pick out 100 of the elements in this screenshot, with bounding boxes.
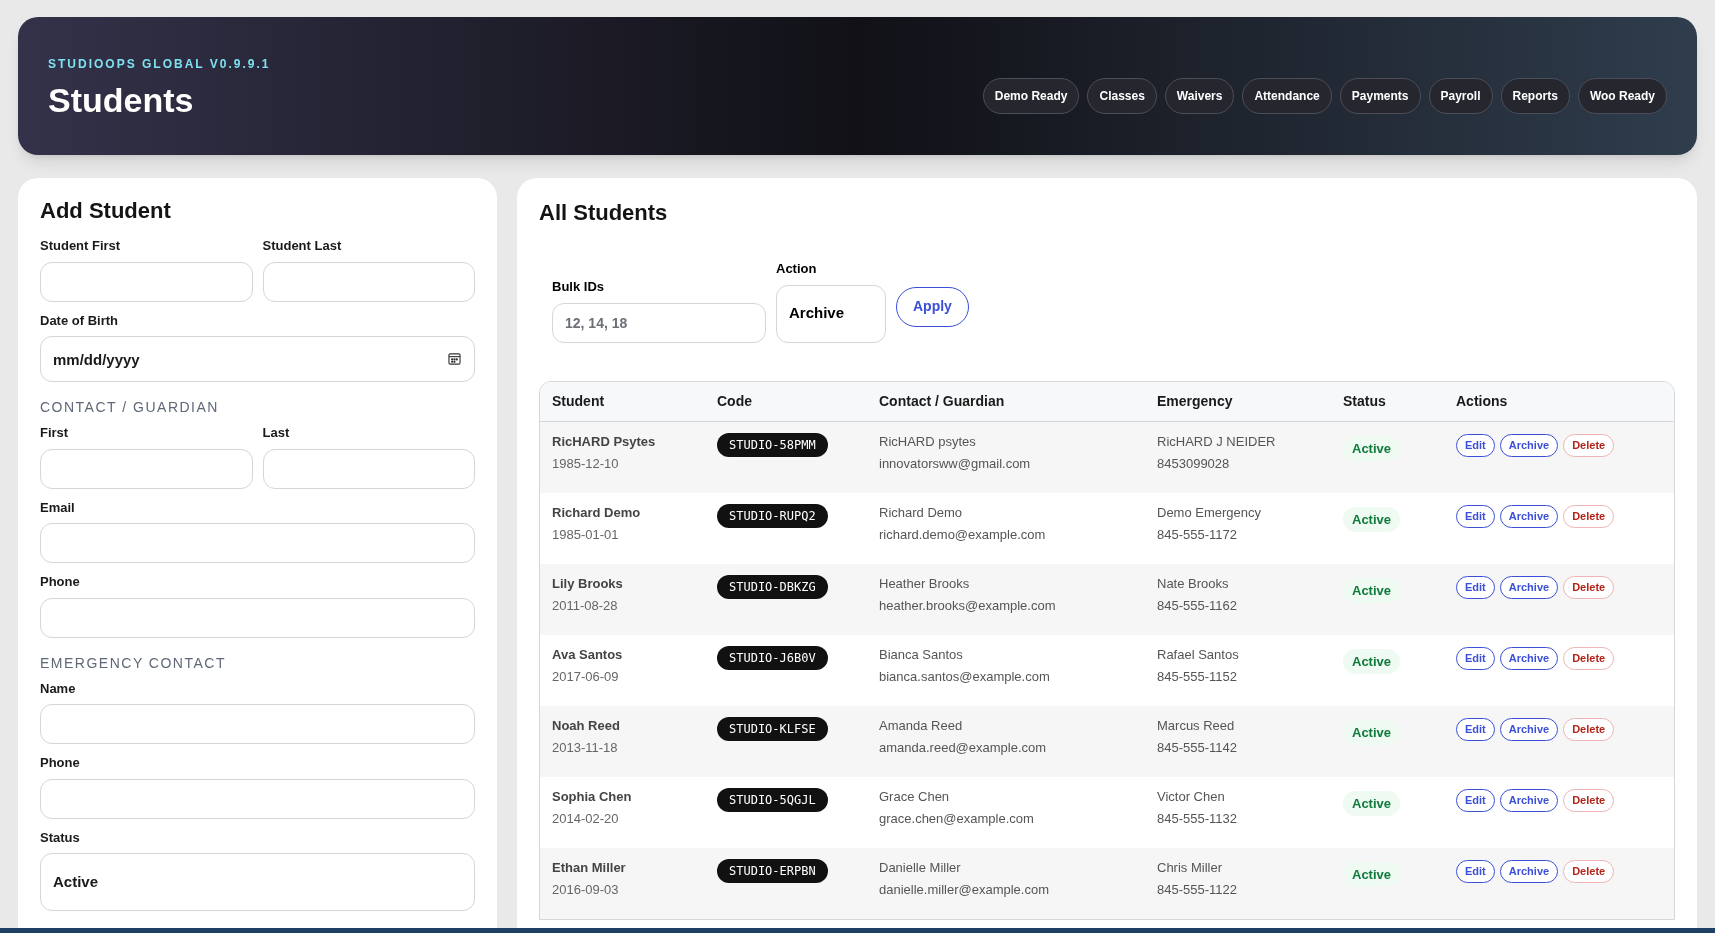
- guardian-name: Heather Brooks: [879, 574, 971, 593]
- guardian-name: Grace Chen: [879, 787, 951, 806]
- nav-button[interactable]: Classes: [1087, 78, 1157, 114]
- student-name: Richard Demo: [552, 503, 642, 522]
- guardian-email: richard.demo@example.com: [879, 526, 1047, 544]
- emergency-phone: 845-555-1122: [1157, 881, 1238, 899]
- text-field[interactable]: [40, 704, 475, 744]
- action-select[interactable]: Archive: [776, 284, 886, 343]
- section-heading: EMERGENCY CONTACT: [40, 653, 227, 673]
- guardian-email: heather.brooks@example.com: [879, 597, 1057, 615]
- emergency-name: Victor Chen: [1157, 787, 1226, 806]
- archive-button[interactable]: Archive: [1499, 717, 1559, 741]
- edit-button[interactable]: Edit: [1456, 504, 1495, 528]
- edit-button[interactable]: Edit: [1456, 859, 1495, 883]
- status-badge: Active: [1343, 506, 1401, 532]
- delete-button[interactable]: Delete: [1563, 575, 1615, 599]
- student-name: Lily Brooks: [552, 574, 624, 593]
- text-field[interactable]: [40, 261, 253, 302]
- emergency-phone: 845-555-1132: [1157, 810, 1238, 828]
- status-select[interactable]: Active: [40, 853, 475, 911]
- guardian-name: Danielle Miller: [879, 858, 962, 877]
- text-field[interactable]: [40, 597, 475, 638]
- birth-date: 2011-08-28: [552, 597, 619, 615]
- archive-button[interactable]: Archive: [1499, 646, 1559, 670]
- emergency-name: Chris Miller: [1157, 858, 1223, 877]
- text-field[interactable]: [262, 448, 475, 489]
- edit-button[interactable]: Edit: [1456, 433, 1495, 457]
- date-field[interactable]: mm/dd/yyyy: [40, 336, 475, 382]
- emergency-phone: 8453099028: [1157, 455, 1231, 473]
- archive-button[interactable]: Archive: [1499, 504, 1559, 528]
- edit-button[interactable]: Edit: [1456, 646, 1495, 670]
- page-title: Students: [48, 83, 195, 117]
- student-code: STUDIO-RUPQ2: [717, 503, 828, 528]
- emergency-name: Nate Brooks: [1157, 574, 1230, 593]
- student-code: STUDIO-ERPBN: [717, 858, 828, 883]
- delete-button[interactable]: Delete: [1563, 504, 1615, 528]
- delete-button[interactable]: Delete: [1563, 859, 1615, 883]
- delete-button[interactable]: Delete: [1563, 646, 1615, 670]
- status-badge: Active: [1343, 790, 1401, 816]
- delete-button[interactable]: Delete: [1563, 788, 1615, 812]
- emergency-phone: 845-555-1152: [1157, 668, 1238, 686]
- archive-button[interactable]: Archive: [1499, 788, 1559, 812]
- field-label: Status: [40, 828, 81, 847]
- student-code: STUDIO-KLFSE: [717, 716, 828, 741]
- nav-button[interactable]: Payroll: [1428, 78, 1493, 114]
- guardian-email: bianca.santos@example.com: [879, 668, 1051, 686]
- student-name: Noah Reed: [552, 716, 621, 735]
- edit-button[interactable]: Edit: [1456, 575, 1495, 599]
- nav-button[interactable]: Demo Ready: [982, 78, 1080, 114]
- column-header: Emergency: [1157, 391, 1234, 411]
- status-badge: Active: [1343, 719, 1401, 745]
- text-field[interactable]: [40, 778, 475, 819]
- column-header: Contact / Guardian: [879, 391, 1006, 411]
- archive-button[interactable]: Archive: [1499, 433, 1559, 457]
- guardian-email: grace.chen@example.com: [879, 810, 1035, 828]
- card-title: All Students: [539, 199, 669, 227]
- calendar-icon[interactable]: [448, 352, 461, 365]
- field-label: Phone: [40, 573, 81, 591]
- birth-date: 2014-02-20: [552, 810, 620, 828]
- column-header: Code: [717, 391, 753, 411]
- field-label: Phone: [40, 754, 81, 772]
- text-field[interactable]: [40, 448, 253, 489]
- birth-date: 2013-11-18: [552, 739, 619, 757]
- student-name: Sophia Chen: [552, 787, 633, 806]
- status-badge: Active: [1343, 648, 1401, 674]
- field-label: Last: [262, 424, 291, 442]
- guardian-email: innovatorsww@gmail.com: [879, 455, 1032, 473]
- nav-button[interactable]: Woo Ready: [1577, 78, 1667, 114]
- emergency-name: Marcus Reed: [1157, 716, 1236, 735]
- status-badge: Active: [1343, 577, 1401, 603]
- student-code: STUDIO-58PMM: [717, 432, 828, 457]
- field-label: Student Last: [262, 237, 343, 255]
- card-title: Add Student: [40, 197, 172, 225]
- archive-button[interactable]: Archive: [1499, 859, 1559, 883]
- nav-button[interactable]: Waivers: [1164, 78, 1235, 114]
- edit-button[interactable]: Edit: [1456, 788, 1495, 812]
- guardian-name: Bianca Santos: [879, 645, 964, 664]
- birth-date: 1985-12-10: [552, 455, 620, 473]
- edit-button[interactable]: Edit: [1456, 717, 1495, 741]
- delete-button[interactable]: Delete: [1563, 433, 1615, 457]
- archive-button[interactable]: Archive: [1499, 575, 1559, 599]
- student-name: Ethan Miller: [552, 858, 627, 877]
- bulk-ids-field[interactable]: 12, 14, 18: [552, 302, 766, 343]
- text-field[interactable]: [262, 261, 475, 302]
- field-label: Date of Birth: [40, 311, 119, 330]
- guardian-name: Richard Demo: [879, 503, 964, 522]
- nav-button[interactable]: Attendance: [1242, 78, 1332, 114]
- field-label: Name: [40, 679, 77, 698]
- birth-date: 2017-06-09: [552, 668, 620, 686]
- field-label: Bulk IDs: [552, 278, 605, 296]
- emergency-phone: 845-555-1142: [1157, 739, 1238, 757]
- status-badge: Active: [1343, 861, 1401, 887]
- delete-button[interactable]: Delete: [1563, 717, 1615, 741]
- nav-button[interactable]: Payments: [1339, 78, 1421, 114]
- birth-date: 1985-01-01: [552, 526, 620, 544]
- guardian-email: danielle.miller@example.com: [879, 881, 1050, 899]
- nav-button[interactable]: Reports: [1500, 78, 1570, 114]
- section-heading: CONTACT / GUARDIAN: [40, 398, 220, 417]
- text-field[interactable]: [40, 523, 475, 563]
- student-code: STUDIO-5QGJL: [717, 787, 828, 812]
